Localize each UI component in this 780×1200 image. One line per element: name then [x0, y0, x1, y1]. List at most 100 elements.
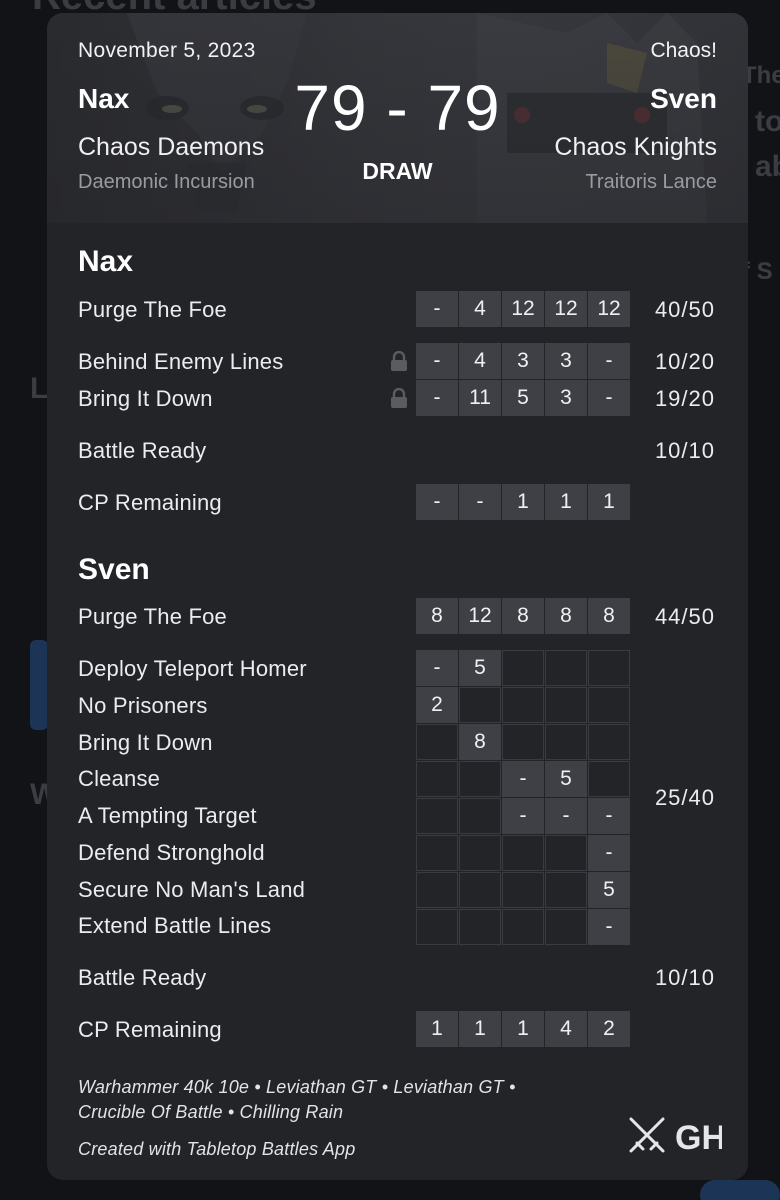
- secondary-label: Secure No Man's Land: [78, 877, 306, 902]
- round-cell: 5: [502, 380, 544, 416]
- primary-total: 40/50: [654, 297, 715, 322]
- round-cell: 12: [588, 291, 630, 327]
- round-cell: 4: [545, 1011, 587, 1047]
- battle-ready-total: 10/10: [654, 438, 715, 463]
- primary-rounds-grid: 8 12 8 8 8: [416, 598, 630, 634]
- round-cell-empty: [588, 761, 630, 797]
- secondary-label: Cleanse: [78, 766, 161, 791]
- round-cell: -: [588, 380, 630, 416]
- round-cell: 12: [502, 291, 544, 327]
- round-cell-empty: [545, 724, 587, 760]
- match-date: November 5, 2023: [78, 39, 256, 62]
- round-cell: 1: [416, 1011, 458, 1047]
- round-cell: 4: [459, 343, 501, 379]
- secondary-total: 19/20: [654, 386, 715, 411]
- player2-detachment: Traitoris Lance: [585, 171, 717, 193]
- round-cell-empty: [416, 835, 458, 871]
- game-details-line1: Warhammer 40k 10e • Leviathan GT • Levia…: [78, 1077, 516, 1097]
- round-cell: 11: [459, 380, 501, 416]
- round-cell: -: [588, 835, 630, 871]
- round-cell: -: [545, 798, 587, 834]
- secondary-label: Behind Enemy Lines: [78, 349, 284, 374]
- secondary-label: Bring It Down: [78, 730, 213, 755]
- secondary-total: 10/20: [654, 349, 715, 374]
- round-cell: 5: [545, 761, 587, 797]
- round-cell-empty: [502, 687, 544, 723]
- round-cell-empty: [588, 650, 630, 686]
- round-cell: 8: [502, 598, 544, 634]
- battle-ready-label: Battle Ready: [78, 438, 207, 463]
- round-cell: 8: [545, 598, 587, 634]
- round-cell-empty: [416, 724, 458, 760]
- lock-icon: [391, 351, 407, 371]
- secondary-label: Defend Stronghold: [78, 840, 265, 865]
- secondary-label: A Tempting Target: [78, 803, 257, 828]
- round-cell: -: [416, 380, 458, 416]
- secondary-rounds-grid: - 11 5 3 -: [416, 380, 630, 416]
- primary-total: 44/50: [654, 604, 715, 629]
- round-cell-empty: [502, 872, 544, 908]
- lock-icon: [391, 388, 407, 408]
- secondary-label: Deploy Teleport Homer: [78, 656, 307, 681]
- round-cell-empty: [459, 761, 501, 797]
- round-cell-empty: [588, 724, 630, 760]
- section-title-player1: Nax: [78, 245, 134, 278]
- header-banner: November 5, 2023 Chaos! Nax Sven 79 - 79…: [47, 13, 748, 223]
- round-cell-empty: [588, 687, 630, 723]
- round-cell: -: [416, 343, 458, 379]
- round-cell: -: [416, 291, 458, 327]
- secondary-total: 25/40: [654, 785, 715, 810]
- round-cell: 1: [588, 484, 630, 520]
- round-cell-empty: [459, 872, 501, 908]
- round-cell-empty: [502, 835, 544, 871]
- round-cell: 5: [459, 650, 501, 686]
- round-cell-empty: [502, 650, 544, 686]
- round-cell-empty: [502, 909, 544, 945]
- round-cell-empty: [545, 650, 587, 686]
- battle-ready-label: Battle Ready: [78, 965, 207, 990]
- round-cell: -: [416, 484, 458, 520]
- cp-rounds-grid: 1 1 1 4 2: [416, 1011, 630, 1047]
- round-cell: -: [588, 798, 630, 834]
- round-cell-empty: [459, 909, 501, 945]
- logo-text: GH: [675, 1119, 722, 1157]
- primary-label: Purge The Foe: [78, 604, 227, 629]
- game-details-line2: Crucible Of Battle • Chilling Rain: [78, 1102, 344, 1122]
- primary-rounds-grid: - 4 12 12 12: [416, 291, 630, 327]
- secondary-label: Bring It Down: [78, 386, 213, 411]
- round-cell-empty: [545, 872, 587, 908]
- battle-report-card: November 5, 2023 Chaos! Nax Sven 79 - 79…: [47, 13, 748, 1180]
- round-cell: 1: [502, 1011, 544, 1047]
- round-cell: 12: [459, 598, 501, 634]
- secondary-rounds-grid: - 4 3 3 -: [416, 343, 630, 379]
- round-cell: 3: [545, 380, 587, 416]
- round-cell: 1: [459, 1011, 501, 1047]
- round-cell: 12: [545, 291, 587, 327]
- cp-remaining-label: CP Remaining: [78, 490, 222, 515]
- round-cell-empty: [459, 798, 501, 834]
- app-credit: Created with Tabletop Battles App: [78, 1139, 356, 1159]
- secondary-label: Extend Battle Lines: [78, 913, 272, 938]
- round-cell-empty: [416, 761, 458, 797]
- round-cell: -: [459, 484, 501, 520]
- section-title-player2: Sven: [78, 553, 150, 586]
- round-cell: 1: [545, 484, 587, 520]
- cp-remaining-label: CP Remaining: [78, 1017, 222, 1042]
- round-cell-empty: [416, 798, 458, 834]
- match-tag: Chaos!: [650, 39, 717, 62]
- round-cell-empty: [416, 909, 458, 945]
- round-cell-empty: [459, 687, 501, 723]
- round-cell: -: [588, 343, 630, 379]
- round-cell: -: [502, 761, 544, 797]
- round-cell-empty: [502, 724, 544, 760]
- cp-rounds-grid: - - 1 1 1: [416, 484, 630, 520]
- primary-label: Purge The Foe: [78, 297, 227, 322]
- crossed-swords-icon: GH: [629, 1117, 722, 1157]
- round-cell: -: [502, 798, 544, 834]
- round-cell-empty: [545, 687, 587, 723]
- round-cell: 8: [416, 598, 458, 634]
- round-cell: -: [588, 909, 630, 945]
- round-cell: 4: [459, 291, 501, 327]
- round-cell: 8: [459, 724, 501, 760]
- round-cell: -: [416, 650, 458, 686]
